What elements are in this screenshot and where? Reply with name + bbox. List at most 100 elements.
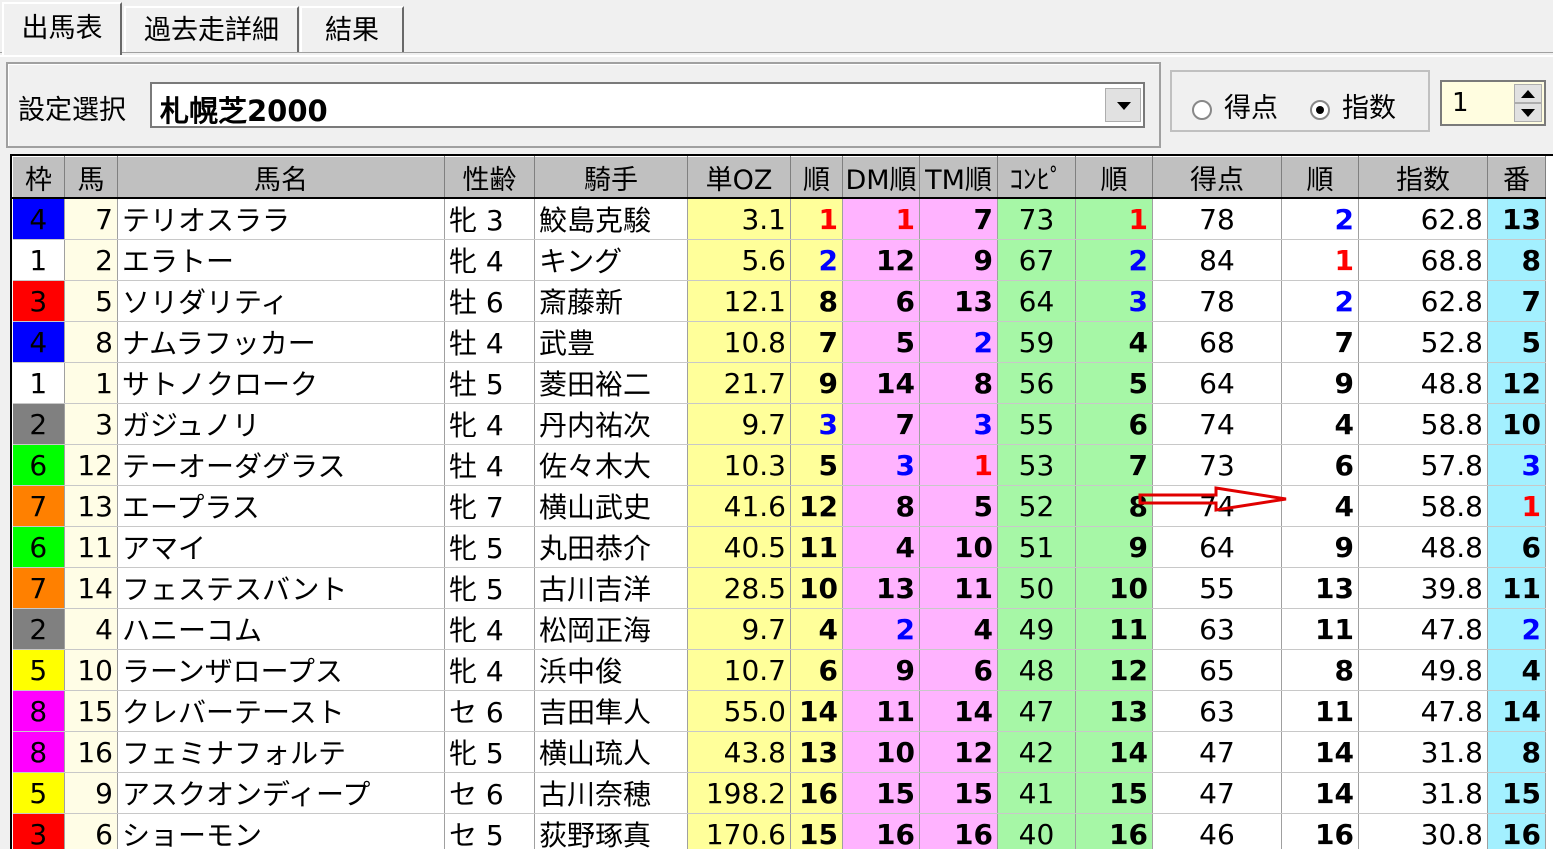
cell-index: 68.8 <box>1358 239 1488 281</box>
header-waku[interactable]: 枠 <box>12 156 65 199</box>
chevron-down-icon[interactable] <box>1105 88 1141 122</box>
cell-jockey: 古川吉洋 <box>534 567 688 609</box>
cell-umaban: 13 <box>64 485 118 527</box>
cell-score: 65 <box>1152 649 1282 691</box>
count-spinner-value[interactable]: 1 <box>1452 88 1469 118</box>
table-row[interactable]: 3 6 ショーモンセ 5 荻野琢真 170.6 15 16 16 40 16 46 16 30.8 16 <box>12 813 1546 849</box>
cell-waku: 8 <box>12 690 65 732</box>
cell-index-rank: 7 <box>1487 280 1546 322</box>
cell-index-rank: 2 <box>1487 608 1546 650</box>
table-row[interactable]: 8 15 クレバーテーストセ 6 吉田隼人 55.0 14 11 14 47 13 63 11 47.8… <box>12 690 1546 732</box>
table-row[interactable]: 2 4 ハニーコム牝 4 松岡正海 9.7 4 2 4 49 11 63 11 47.8 2 <box>12 608 1546 650</box>
cell-compi-rank: 5 <box>1075 362 1153 404</box>
cell-odds-rank: 4 <box>790 608 843 650</box>
header-score-rank[interactable]: 順 <box>1281 156 1359 199</box>
course-select[interactable]: 札幌芝2000 <box>150 82 1145 128</box>
cell-odds-rank: 7 <box>790 321 843 363</box>
cell-waku: 7 <box>12 485 65 527</box>
cell-index: 48.8 <box>1358 526 1488 568</box>
count-spinner[interactable]: 1 <box>1440 80 1546 126</box>
cell-umaban: 4 <box>64 608 118 650</box>
cell-sex-age: 牝 5 <box>444 731 535 773</box>
cell-tm-rank: 8 <box>919 362 998 404</box>
table-row[interactable]: 5 9 アスクオンディープセ 6 古川奈穂 198.2 16 15 15 41 15 47 14 31.… <box>12 772 1546 814</box>
header-odds-rank[interactable]: 順 <box>790 156 843 199</box>
table-row[interactable]: 1 1 サトノクローク牡 5 菱田裕二 21.7 9 14 8 56 5 64 9 48.8 12 <box>12 362 1546 404</box>
table-row[interactable]: 3 5 ソリダリティ牡 6 斎藤新 12.1 8 6 13 64 3 78 2 62.8 7 <box>12 280 1546 322</box>
header-name[interactable]: 馬名 <box>117 156 445 199</box>
cell-score: 64 <box>1152 526 1282 568</box>
table-row[interactable]: 5 10 ラーンザロープス牝 4 浜中俊 10.7 6 9 6 48 12 65 8 49.8 4 <box>12 649 1546 691</box>
table-row[interactable]: 2 3 ガジュノリ牝 4 丹内祐次 9.7 3 7 3 55 6 74 4 58.8 10 <box>12 403 1546 445</box>
cell-umaban: 7 <box>64 198 118 240</box>
header-compi[interactable]: ｺﾝﾋﾟ <box>997 156 1076 199</box>
radio-score[interactable]: 得点 <box>1192 86 1278 125</box>
cell-index: 62.8 <box>1358 198 1488 240</box>
cell-horse-name: クレバーテースト <box>117 690 445 732</box>
tab-past-race-details[interactable]: 過去走詳細 <box>124 6 299 52</box>
header-tm-rank[interactable]: TM順 <box>919 156 998 199</box>
tab-shutsubahyo[interactable]: 出馬表 <box>2 2 122 55</box>
cell-score: 73 <box>1152 444 1282 486</box>
cell-index: 62.8 <box>1358 280 1488 322</box>
radio-index-indicator[interactable] <box>1310 99 1330 120</box>
spinner-down-icon[interactable] <box>1514 103 1542 122</box>
arrow-right-icon <box>1138 486 1287 512</box>
settings-label: 設定選択 <box>18 95 126 126</box>
header-score[interactable]: 得点 <box>1152 156 1282 199</box>
cell-sex-age: 牝 7 <box>444 485 535 527</box>
cell-compi-rank: 12 <box>1075 649 1153 691</box>
spinner-up-icon[interactable] <box>1514 84 1542 103</box>
cell-waku: 5 <box>12 649 65 691</box>
cell-odds: 28.5 <box>687 567 791 609</box>
cell-odds: 5.6 <box>687 239 791 281</box>
radio-index[interactable]: 指数 <box>1310 86 1396 125</box>
cell-compi: 49 <box>997 608 1076 650</box>
table-row[interactable]: 4 8 ナムラフッカー牡 4 武豊 10.8 7 5 2 59 4 68 7 52.8 5 <box>12 321 1546 363</box>
header-odds[interactable]: 単OZ <box>687 156 791 199</box>
cell-dm-rank: 7 <box>842 403 920 445</box>
cell-tm-rank: 7 <box>919 198 998 240</box>
cell-compi: 73 <box>997 198 1076 240</box>
cell-score-rank: 1 <box>1281 239 1359 281</box>
cell-odds-rank: 12 <box>790 485 843 527</box>
table-row[interactable]: 6 11 アマイ牝 5 丸田恭介 40.5 11 4 10 51 9 64 9 48.8 6 <box>12 526 1546 568</box>
cell-index-rank: 1 <box>1487 485 1546 527</box>
table-row[interactable]: 4 7 テリオスララ牝 3 鮫島克駿 3.1 1 1 7 73 1 78 2 62.8 13 <box>12 198 1546 240</box>
cell-odds-rank: 8 <box>790 280 843 322</box>
cell-dm-rank: 3 <box>842 444 920 486</box>
cell-compi-rank: 1 <box>1075 198 1153 240</box>
table-row[interactable]: 7 14 フェステスバント牝 5 古川吉洋 28.5 10 13 11 50 10 55 13 39.8… <box>12 567 1546 609</box>
header-index[interactable]: 指数 <box>1358 156 1488 199</box>
cell-sex-age: 牝 4 <box>444 403 535 445</box>
race-card-table: 枠馬馬名 性齢 騎手 単OZ 順 DM順 TM順 ｺﾝﾋﾟ順得点順指数番 4 7 テリオスララ牝 … <box>12 156 1546 849</box>
cell-compi-rank: 14 <box>1075 731 1153 773</box>
cell-odds-rank: 11 <box>790 526 843 568</box>
header-compi-rank[interactable]: 順 <box>1075 156 1153 199</box>
header-sex-age[interactable]: 性齢 <box>444 156 535 199</box>
tab-results[interactable]: 結果 <box>300 6 404 52</box>
header-jockey[interactable]: 騎手 <box>534 156 688 199</box>
table-row[interactable]: 7 13 エープラス牝 7 横山武史 41.6 12 8 5 52 8 74 4 58.8 1 <box>12 485 1546 527</box>
table-row[interactable]: 8 16 フェミナフォルテ牝 5 横山琉人 43.8 13 10 12 42 14 47 14 31.8… <box>12 731 1546 773</box>
cell-dm-rank: 5 <box>842 321 920 363</box>
cell-tm-rank: 12 <box>919 731 998 773</box>
cell-index: 31.8 <box>1358 772 1488 814</box>
cell-compi: 50 <box>997 567 1076 609</box>
header-uma[interactable]: 馬 <box>64 156 118 199</box>
header-index-rank[interactable]: 番 <box>1487 156 1546 199</box>
cell-odds-rank: 1 <box>790 198 843 240</box>
cell-sex-age: 牡 4 <box>444 321 535 363</box>
header-dm-rank[interactable]: DM順 <box>842 156 920 199</box>
cell-index-rank: 15 <box>1487 772 1546 814</box>
cell-compi-rank: 11 <box>1075 608 1153 650</box>
table-row[interactable]: 1 2 エラトー牝 4 キング 5.6 2 12 9 67 2 84 1 68.8 8 <box>12 239 1546 281</box>
cell-dm-rank: 6 <box>842 280 920 322</box>
radio-score-indicator[interactable] <box>1192 99 1212 120</box>
table-row[interactable]: 6 12 テーオーダグラス牡 4 佐々木大 10.3 5 3 1 53 7 73 6 57.8 3 <box>12 444 1546 486</box>
cell-horse-name: ショーモン <box>117 813 445 849</box>
cell-score: 64 <box>1152 362 1282 404</box>
cell-waku: 6 <box>12 526 65 568</box>
cell-index-rank: 14 <box>1487 690 1546 732</box>
cell-tm-rank: 10 <box>919 526 998 568</box>
